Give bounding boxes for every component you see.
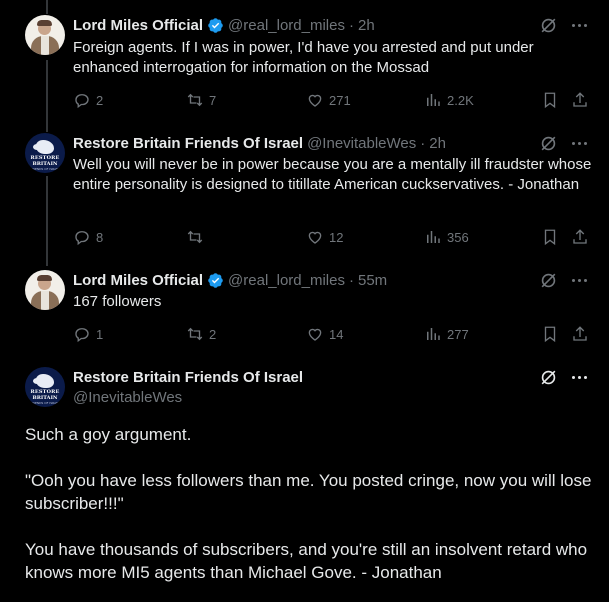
tweet-header: Lord Miles Official @real_lord_miles · 5…	[73, 270, 387, 290]
grok-icon[interactable]	[539, 368, 558, 387]
more-options-icon[interactable]	[572, 368, 587, 387]
more-options-icon[interactable]	[572, 16, 587, 35]
tweet-text: Foreign agents. If I was in power, I'd h…	[73, 39, 534, 76]
tweet-text: Such a goy argument. "Ooh you have less …	[25, 423, 595, 584]
user-handle[interactable]: @real_lord_miles	[228, 17, 345, 34]
action-bar: 8 12 356	[73, 226, 593, 248]
user-handle[interactable]: @InevitableWes	[307, 135, 416, 152]
more-options-icon[interactable]	[572, 271, 587, 290]
heart-icon	[308, 328, 322, 341]
reply-button[interactable]: 1	[73, 323, 103, 345]
bookmark-icon[interactable]	[541, 228, 559, 246]
analytics-icon	[427, 231, 440, 243]
display-name[interactable]: Lord Miles Official	[73, 17, 203, 34]
separator-dot: ·	[348, 16, 354, 34]
retweet-icon	[187, 93, 203, 107]
views-button[interactable]: 277	[424, 323, 469, 345]
reply-icon	[75, 328, 89, 343]
bookmark-icon[interactable]	[541, 325, 559, 343]
verified-badge-icon	[208, 17, 223, 33]
timestamp[interactable]: 2h	[358, 17, 375, 34]
author-handle-row: @InevitableWes	[73, 387, 182, 407]
action-bar: 2 7 271 2.2K	[73, 89, 593, 111]
retweet-count: 7	[209, 92, 217, 108]
display-name[interactable]: Restore Britain Friends Of Israel	[73, 369, 303, 386]
bookmark-icon[interactable]	[541, 91, 559, 109]
timestamp[interactable]: 55m	[358, 272, 387, 289]
retweet-icon	[187, 327, 203, 341]
avatar[interactable]: RESTORE BRITAIN FRIENDS OF ISRAEL	[25, 367, 65, 407]
tweet-header: Lord Miles Official @real_lord_miles · 2…	[73, 15, 375, 35]
separator-dot: ·	[348, 271, 354, 289]
like-count: 12	[329, 229, 344, 245]
grok-icon[interactable]	[539, 134, 558, 153]
view-count: 2.2K	[447, 92, 474, 108]
retweet-count: 2	[209, 326, 217, 342]
tweet-text: 167 followers	[73, 293, 162, 310]
avatar[interactable]: RESTORE BRITAIN FRIENDS OF ISRAEL	[25, 133, 65, 173]
analytics-icon	[427, 328, 440, 340]
views-button[interactable]: 356	[424, 226, 469, 248]
verified-badge-icon	[208, 272, 223, 288]
like-button[interactable]: 271	[306, 89, 351, 111]
tweet-paragraph: Such a goy argument.	[25, 425, 192, 444]
author-name-row: Restore Britain Friends Of Israel	[73, 367, 303, 387]
more-options-icon[interactable]	[572, 134, 587, 153]
share-icon[interactable]	[571, 91, 589, 109]
timestamp[interactable]: 2h	[429, 135, 446, 152]
retweet-button[interactable]: 2	[186, 323, 216, 345]
reply-button[interactable]: 2	[73, 89, 103, 111]
reply-button[interactable]: 8	[73, 226, 103, 248]
reply-tweet-2[interactable]: RESTORE BRITAIN FRIENDS OF ISRAEL Restor…	[0, 118, 609, 260]
display-name[interactable]: Lord Miles Official	[73, 272, 203, 289]
like-button[interactable]: 14	[306, 323, 343, 345]
like-button[interactable]: 12	[306, 226, 343, 248]
reply-icon	[75, 231, 89, 246]
reply-icon	[75, 94, 89, 109]
display-name[interactable]: Restore Britain Friends Of Israel	[73, 135, 303, 152]
share-icon[interactable]	[571, 325, 589, 343]
separator-dot: ·	[420, 134, 426, 152]
grok-icon[interactable]	[539, 16, 558, 35]
tweet-header: Restore Britain Friends Of Israel @Inevi…	[73, 133, 446, 153]
tweet-paragraph: You have thousands of subscribers, and y…	[25, 540, 588, 582]
retweet-button[interactable]: 7	[186, 89, 216, 111]
heart-icon	[308, 94, 322, 107]
reply-tweet-3[interactable]: Lord Miles Official @real_lord_miles · 5…	[0, 260, 609, 360]
views-button[interactable]: 2.2K	[424, 89, 474, 111]
view-count: 356	[447, 229, 469, 245]
grok-icon[interactable]	[539, 271, 558, 290]
avatar[interactable]	[25, 270, 65, 310]
view-count: 277	[447, 326, 469, 342]
tweet-text: Well you will never be in power because …	[73, 156, 592, 193]
heart-icon	[308, 231, 322, 244]
action-bar: 1 2 14 277	[73, 323, 593, 345]
user-handle[interactable]: @real_lord_miles	[228, 272, 345, 289]
reply-tweet-1[interactable]: Lord Miles Official @real_lord_miles · 2…	[0, 0, 609, 118]
like-count: 14	[329, 326, 344, 342]
tweet-paragraph: "Ooh you have less followers than me. Yo…	[25, 471, 592, 513]
like-count: 271	[329, 92, 351, 108]
share-icon[interactable]	[571, 228, 589, 246]
retweet-button[interactable]	[186, 226, 209, 248]
user-handle[interactable]: @InevitableWes	[73, 389, 182, 406]
retweet-icon	[187, 230, 203, 244]
avatar[interactable]	[25, 15, 65, 55]
reply-count: 1	[96, 326, 104, 342]
analytics-icon	[427, 94, 440, 106]
reply-count: 2	[96, 92, 104, 108]
reply-count: 8	[96, 229, 104, 245]
main-tweet: RESTORE BRITAIN FRIENDS OF ISRAEL Restor…	[0, 360, 609, 602]
